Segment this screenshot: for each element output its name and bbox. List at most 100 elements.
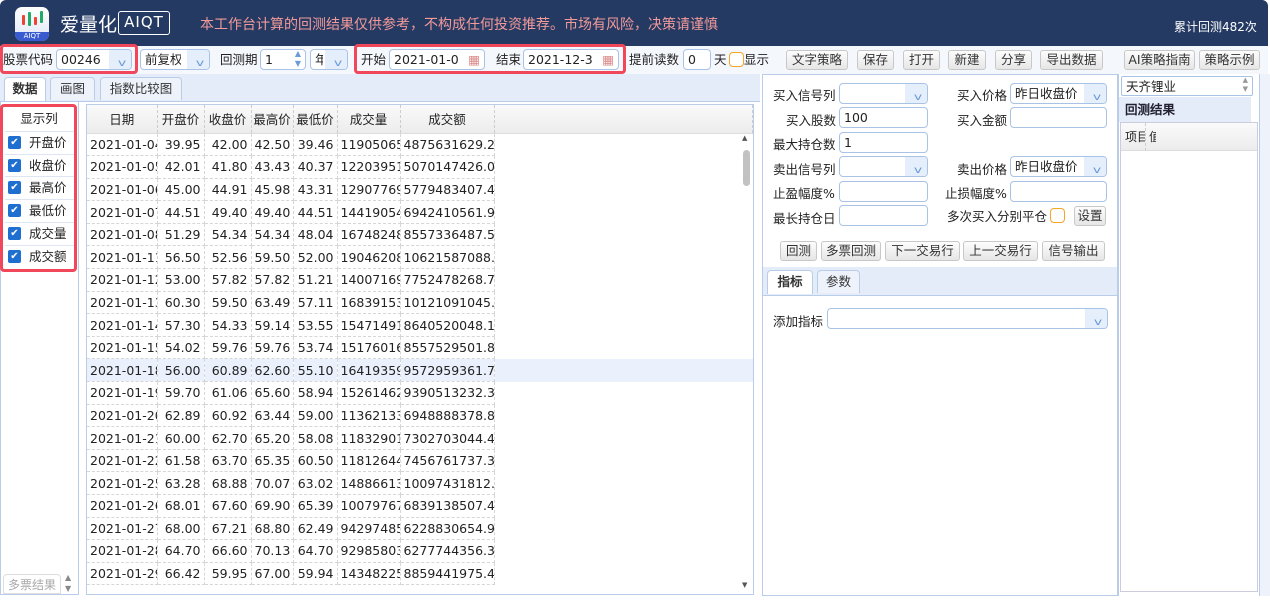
- tab-indicators[interactable]: 指标: [767, 270, 813, 294]
- spinner-icon[interactable]: ▲ ▼: [295, 50, 301, 69]
- table-row[interactable]: 2021-01-2062.8960.9263.4459.001136213396…: [87, 404, 753, 428]
- column-header[interactable]: 开盘价: [157, 105, 205, 134]
- table-cell: 94297485: [337, 517, 401, 541]
- buy-shares-input[interactable]: 100: [839, 107, 928, 128]
- show-checkbox[interactable]: [729, 52, 744, 67]
- table-row[interactable]: 2021-01-27 68.00 67.21 68.80 62.49 94297485 62…: [87, 517, 753, 541]
- table-row[interactable]: 2021-01-1253.0057.8257.8251.211400716997…: [87, 268, 753, 292]
- table-cell: 2021-01-21: [87, 426, 158, 450]
- tab-index-compare[interactable]: 指数比较图: [100, 77, 182, 100]
- ai-strategy-guide-button[interactable]: AI策略指南: [1124, 50, 1195, 70]
- table-cell: 65.39: [293, 494, 338, 518]
- scroll-up-icon[interactable]: ▲: [742, 134, 747, 142]
- open-button[interactable]: 打开: [903, 50, 940, 70]
- table-cell: 54.02: [157, 336, 205, 360]
- table-row[interactable]: 2021-01-28 64.70 66.60 70.13 64.70 92985803 62…: [87, 539, 753, 563]
- scrollbar-thumb[interactable]: [743, 150, 750, 186]
- table-row[interactable]: 2021-01-1156.5052.5659.5052.001904620891…: [87, 245, 753, 270]
- table-cell: 143482252: [337, 562, 401, 586]
- buy-price-select[interactable]: 昨日收盘价 v: [1010, 83, 1107, 104]
- table-cell: 56.50: [157, 245, 205, 270]
- table-cell: 122039516: [337, 155, 401, 179]
- table-row[interactable]: 2021-01-0744.5149.4049.4044.511441905486…: [87, 200, 753, 224]
- settings-button[interactable]: 设置: [1074, 206, 1106, 226]
- tab-data[interactable]: 数据: [4, 77, 46, 101]
- multi-results-tab[interactable]: 多票结果: [3, 574, 61, 594]
- column-header[interactable]: 成交量: [337, 105, 401, 134]
- preload-input[interactable]: 0: [683, 49, 711, 70]
- table-row[interactable]: 2021-01-0645.0044.9145.9843.311290776915…: [87, 178, 753, 202]
- table-row[interactable]: 2021-01-2668.0167.6069.9065.391007976786…: [87, 494, 753, 518]
- scroll-arrows-icon[interactable]: ▲ ▼: [65, 572, 71, 594]
- table-cell: 57.11: [293, 291, 338, 315]
- signal-output-button[interactable]: 信号输出: [1042, 241, 1105, 261]
- table-row[interactable]: 2021-01-0542.0141.8043.4340.371220395165…: [87, 155, 753, 179]
- share-button[interactable]: 分享: [995, 50, 1032, 70]
- next-trade-button[interactable]: 下一交易行: [885, 241, 960, 261]
- table-cell: 51.21: [293, 268, 338, 292]
- multi-backtest-button[interactable]: 多票回测: [821, 241, 881, 261]
- column-header[interactable]: 收盘价: [204, 105, 252, 134]
- table-cell: 6942410561.97: [400, 200, 495, 224]
- new-button[interactable]: 新建: [948, 50, 986, 70]
- table-cell: 4875631629.20: [400, 133, 495, 157]
- table-row[interactable]: 2021-01-1457.3054.3359.1453.551547149128…: [87, 313, 753, 337]
- table-cell: 68.01: [157, 494, 205, 518]
- table-row[interactable]: 2021-01-1360.3059.5063.4957.111683915321…: [87, 291, 753, 315]
- sell-signal-select[interactable]: v: [839, 156, 928, 177]
- stop-loss-input[interactable]: [1010, 181, 1107, 202]
- table-row[interactable]: 2021-01-2160.0062.7065.2058.081183290147…: [87, 426, 753, 450]
- table-row[interactable]: 2021-01-1856.0060.8962.6055.101641935989…: [87, 358, 753, 383]
- table-cell: 65.60: [251, 381, 294, 405]
- column-header[interactable]: 成交额: [400, 105, 495, 134]
- max-positions-input[interactable]: 1: [839, 132, 928, 153]
- adjust-select[interactable]: 前复权 v: [140, 49, 210, 70]
- buy-amount-input[interactable]: [1010, 107, 1107, 128]
- table-cell: 10097431812.6: [400, 471, 495, 495]
- table-cell: 2021-01-28: [87, 539, 158, 563]
- vertical-scrollbar[interactable]: ▲ ▼: [740, 134, 752, 589]
- table-row[interactable]: 2021-01-1959.7061.0665.6058.941526146289…: [87, 381, 753, 405]
- buy-signal-select[interactable]: v: [839, 83, 928, 104]
- table-cell: 40.37: [293, 155, 338, 179]
- period-unit-select[interactable]: 年v: [310, 49, 348, 70]
- strategy-examples-button[interactable]: 策略示例: [1199, 50, 1260, 70]
- table-cell: 64.70: [293, 539, 338, 563]
- export-data-button[interactable]: 导出数据: [1040, 50, 1103, 70]
- prev-trade-button[interactable]: 上一交易行: [963, 241, 1038, 261]
- stock-name-select[interactable]: 天齐锂业 ▲ ▼: [1121, 76, 1253, 96]
- take-profit-input[interactable]: [839, 181, 928, 202]
- column-header[interactable]: 最低价: [293, 105, 338, 134]
- column-header[interactable]: 最高价: [251, 105, 294, 134]
- table-cell: 57.30: [157, 313, 205, 337]
- table-row[interactable]: 2021-01-0439.9542.0042.5039.461190506574…: [87, 133, 753, 157]
- table-row[interactable]: 2021-01-1554.0259.7659.7653.741517601668…: [87, 336, 753, 360]
- table-cell: 2021-01-14: [87, 313, 158, 337]
- add-indicator-select[interactable]: v: [827, 308, 1108, 329]
- table-row[interactable]: 2021-01-0851.2954.3454.3448.041674824828…: [87, 223, 753, 247]
- table-cell: 59.14: [251, 313, 294, 337]
- table-row[interactable]: 2021-01-2966.4259.9567.0059.941434822528…: [87, 562, 753, 586]
- multi-close-checkbox[interactable]: [1050, 208, 1065, 223]
- backtest-button[interactable]: 回测: [780, 241, 817, 261]
- table-row[interactable]: 2021-01-2563.2868.8870.0763.021488661391…: [87, 471, 753, 495]
- chevron-down-icon: v: [913, 165, 923, 176]
- column-header[interactable]: 日期: [87, 105, 158, 134]
- table-cell: 68.80: [251, 517, 294, 541]
- highlight-box: [0, 104, 77, 272]
- row-filler: [494, 472, 753, 495]
- text-strategy-button[interactable]: 文字策略: [786, 50, 848, 70]
- table-cell: 2021-01-06: [87, 178, 158, 202]
- tab-params[interactable]: 参数: [817, 270, 860, 293]
- table-row[interactable]: 2021-01-2261.5863.7065.3560.501181264427…: [87, 449, 753, 473]
- tab-chart[interactable]: 画图: [50, 77, 95, 100]
- max-hold-days-input[interactable]: [839, 205, 928, 226]
- scroll-down-icon[interactable]: ▼: [742, 581, 747, 589]
- table-cell: 58.94: [293, 381, 338, 405]
- save-button[interactable]: 保存: [857, 50, 894, 70]
- table-cell: 45.98: [251, 178, 294, 202]
- period-stepper[interactable]: 1 ▲ ▼: [260, 49, 306, 70]
- sell-signal-label: 卖出信号列: [773, 162, 836, 177]
- table-cell: 6948888378.84: [400, 404, 495, 428]
- sell-price-select[interactable]: 昨日收盘价 v: [1010, 156, 1107, 177]
